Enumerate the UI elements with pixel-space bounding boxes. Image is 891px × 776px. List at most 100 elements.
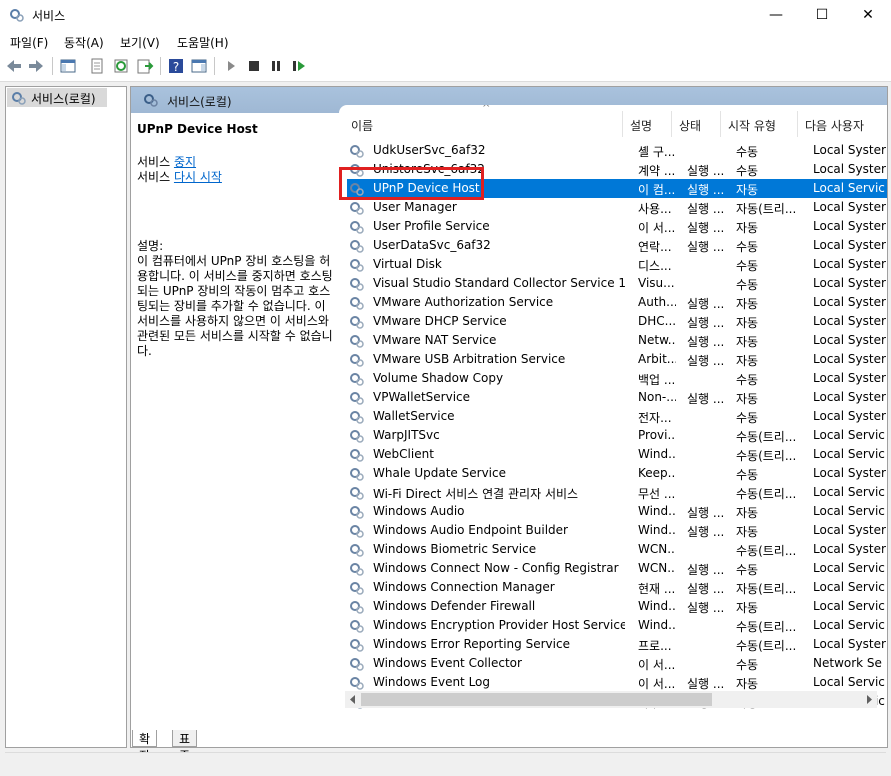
service-name-cell: WarpJITSvc xyxy=(373,428,440,442)
column-header-log-on-as[interactable]: 다음 사용자 xyxy=(805,117,864,134)
service-gear-icon xyxy=(350,620,364,633)
service-gear-icon xyxy=(350,430,364,443)
pause-service-icon[interactable] xyxy=(267,57,285,75)
service-description-cell: Wind... xyxy=(638,447,676,461)
horizontal-scrollbar[interactable] xyxy=(345,691,877,708)
service-row[interactable]: Windows Encryption Provider Host Service… xyxy=(347,616,887,635)
restart-service-line: 서비스 다시 시작 xyxy=(137,170,222,184)
service-name-cell: Visual Studio Standard Collector Service… xyxy=(373,276,625,290)
properties-icon[interactable] xyxy=(88,57,106,75)
service-gear-icon xyxy=(350,316,364,329)
service-row[interactable]: VMware NAT Service Netw... 실행 ... 자동 Local S… xyxy=(347,331,887,350)
tree-node-services-local[interactable]: 서비스(로컬) xyxy=(7,88,107,107)
scroll-right-icon[interactable] xyxy=(864,694,874,705)
service-row[interactable]: Windows Error Reporting Service 프로... 수동(트… xyxy=(347,635,887,654)
restart-service-link[interactable]: 다시 시작 xyxy=(174,170,222,184)
service-row[interactable]: VMware USB Arbitration Service Arbit... 실행… xyxy=(347,350,887,369)
service-status-cell: 실행 ... xyxy=(687,392,725,406)
service-name-cell: VMware Authorization Service xyxy=(373,295,554,309)
service-row[interactable]: VPWalletService Non-... 실행 ... 자동 Local Syst… xyxy=(347,388,887,407)
service-logon-cell: Local Syster xyxy=(813,314,886,328)
service-row[interactable]: Windows Biometric Service WCN... 수동(트리... L… xyxy=(347,540,887,559)
menu-help[interactable]: 도움말(H) xyxy=(177,34,229,51)
show-hide-console-tree-icon[interactable] xyxy=(59,57,77,75)
sort-arrow-icon: ^ xyxy=(482,105,491,114)
service-gear-icon xyxy=(350,373,364,386)
service-row[interactable]: Windows Connect Now - Config Registrar WC… xyxy=(347,559,887,578)
stop-service-link[interactable]: 중지 xyxy=(174,155,196,169)
service-row[interactable]: Windows Event Collector 이 서... 수동 Network S… xyxy=(347,654,887,673)
service-row[interactable]: Whale Update Service Keep... 수동 Local Syste… xyxy=(347,464,887,483)
service-name-cell: Windows Biometric Service xyxy=(373,542,537,556)
forward-arrow-icon[interactable] xyxy=(27,57,45,75)
service-logon-cell: Local Syster xyxy=(813,295,886,309)
service-description-cell: Non-... xyxy=(638,390,676,404)
service-description-cell: 전자... xyxy=(638,411,672,425)
menu-action[interactable]: 동작(A) xyxy=(64,34,104,51)
service-row[interactable]: User Manager 사용... 실행 ... 자동(트리... Local Sys… xyxy=(347,198,887,217)
service-row[interactable]: UserDataSvc_6af32 연락... 실행 ... 수동 Local Syst… xyxy=(347,236,887,255)
service-row[interactable]: UdkUserSvc_6af32 셸 구... 수동 Local Syster xyxy=(347,141,887,160)
service-startup-cell: 수동(트리... xyxy=(736,487,797,501)
service-status-cell: 실행 ... xyxy=(687,354,725,368)
scroll-left-icon[interactable] xyxy=(348,694,358,705)
service-gear-icon xyxy=(350,335,364,348)
close-button[interactable]: ✕ xyxy=(845,0,891,31)
service-description-cell: 디스... xyxy=(638,259,672,273)
export-list-icon[interactable] xyxy=(136,57,154,75)
service-row[interactable]: Windows Audio Endpoint Builder Wind... 실행 … xyxy=(347,521,887,540)
service-row[interactable]: VMware DHCP Service DHC... 실행 ... 자동 Local S… xyxy=(347,312,887,331)
service-gear-icon xyxy=(350,639,364,652)
service-row[interactable]: WebClient Wind... 수동(트리... Local Servic xyxy=(347,445,887,464)
show-action-pane-icon[interactable] xyxy=(190,57,208,75)
help-icon[interactable]: ? xyxy=(167,57,185,75)
service-row[interactable]: Windows Connection Manager 현재 ... 실행 ... 자동… xyxy=(347,578,887,597)
column-header-status[interactable]: 상태 xyxy=(679,117,701,134)
selected-service-name: UPnP Device Host xyxy=(137,122,258,136)
service-name-cell: Windows Event Log xyxy=(373,675,491,689)
minimize-button[interactable]: — xyxy=(753,0,799,31)
service-name-cell: Windows Defender Firewall xyxy=(373,599,536,613)
service-startup-cell: 자동 xyxy=(736,316,759,330)
service-row[interactable]: Windows Defender Firewall Wind... 실행 ... 자동… xyxy=(347,597,887,616)
horizontal-scroll-thumb[interactable] xyxy=(361,693,712,706)
column-header-startup-type[interactable]: 시작 유형 xyxy=(728,117,776,134)
service-startup-cell: 자동 xyxy=(736,525,759,539)
service-row[interactable]: Wi-Fi Direct 서비스 연결 관리자 서비스 무선 ... 수동(트리..… xyxy=(347,483,887,502)
refresh-icon[interactable] xyxy=(112,57,130,75)
stop-service-icon[interactable] xyxy=(245,57,263,75)
service-row[interactable]: VMware Authorization Service Auth... 실행 ..… xyxy=(347,293,887,312)
menu-view[interactable]: 보기(V) xyxy=(120,34,160,51)
service-description-cell: 이 컴... xyxy=(638,183,676,197)
service-status-cell: 실행 ... xyxy=(687,202,725,216)
start-service-icon[interactable] xyxy=(222,57,240,75)
maximize-button[interactable]: ☐ xyxy=(799,0,845,31)
service-name-cell: User Manager xyxy=(373,200,457,214)
column-header-name[interactable]: 이름 xyxy=(351,117,373,134)
service-name-cell: VPWalletService xyxy=(373,390,471,404)
menu-file[interactable]: 파일(F) xyxy=(10,34,48,51)
tab-standard[interactable]: 표준 xyxy=(172,730,198,763)
service-description-cell: Visu... xyxy=(638,276,675,290)
tab-extended[interactable]: 확장 xyxy=(132,730,158,763)
service-startup-cell: 자동 xyxy=(736,601,759,615)
service-description-cell: Netw... xyxy=(638,333,676,347)
service-row[interactable]: Windows Event Log 이 서... 실행 ... 자동 Local Ser… xyxy=(347,673,887,692)
service-logon-cell: Local Syster xyxy=(813,238,886,252)
service-row[interactable]: WarpJITSvc Provi... 수동(트리... Local Servic xyxy=(347,426,887,445)
service-logon-cell: Network Se xyxy=(813,656,882,670)
service-gear-icon xyxy=(350,411,364,424)
service-row[interactable]: Volume Shadow Copy 백업 ... 수동 Local Syster xyxy=(347,369,887,388)
service-row[interactable]: Virtual Disk 디스... 수동 Local Syster xyxy=(347,255,887,274)
service-row[interactable]: Visual Studio Standard Collector Service… xyxy=(347,274,887,293)
service-row[interactable]: Windows Audio Wind... 실행 ... 자동 Local Servic xyxy=(347,502,887,521)
service-logon-cell: Local Servic xyxy=(813,618,885,632)
service-name-cell: Windows Error Reporting Service xyxy=(373,637,570,651)
service-startup-cell: 수동 xyxy=(736,468,759,482)
column-header-description[interactable]: 설명 xyxy=(630,117,652,134)
back-arrow-icon[interactable] xyxy=(5,57,23,75)
restart-service-icon[interactable] xyxy=(290,57,308,75)
service-row[interactable]: WalletService 전자... 수동 Local Syster xyxy=(347,407,887,426)
service-gear-icon xyxy=(350,202,364,215)
service-row[interactable]: User Profile Service 이 서... 실행 ... 자동 Local … xyxy=(347,217,887,236)
